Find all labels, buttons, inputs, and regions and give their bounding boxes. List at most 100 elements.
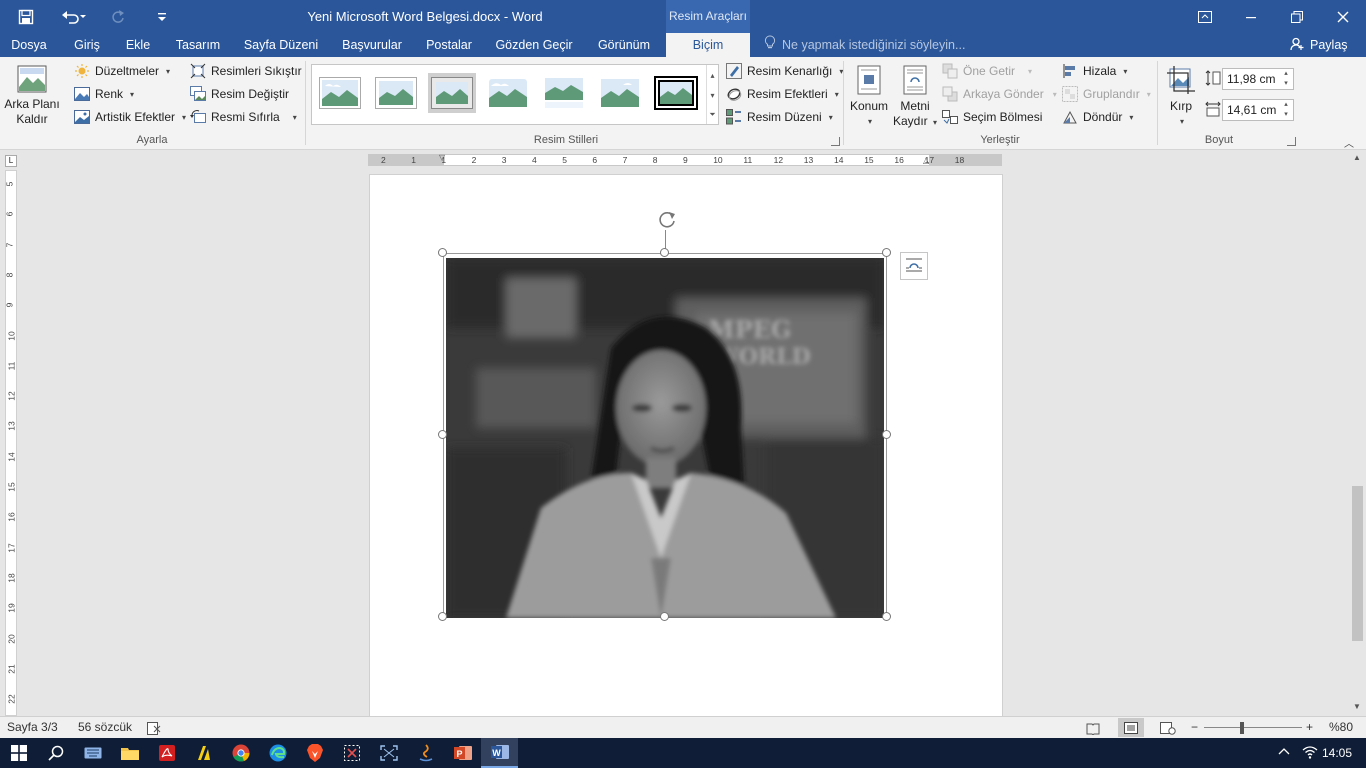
gallery-scroll-down-icon[interactable]: ▾ xyxy=(706,85,718,105)
zoom-in-icon[interactable]: + xyxy=(1306,717,1313,738)
crop-button[interactable]: Kırp ▾ xyxy=(1162,63,1200,129)
edge-icon[interactable] xyxy=(259,738,296,768)
reset-picture-button[interactable]: Resmi Sıfırla ▾ xyxy=(190,107,297,127)
picture-style-thumb-1[interactable] xyxy=(316,73,364,113)
ruler-number: 8 xyxy=(4,272,15,278)
rotate-button[interactable]: Döndür ▾ xyxy=(1062,107,1133,127)
compress-pictures-button[interactable]: Resimleri Sıkıştır xyxy=(190,61,302,81)
tab-home[interactable]: Giriş xyxy=(64,33,110,57)
ruler-number: 9 xyxy=(4,302,15,308)
wrap-text-button[interactable]: Metni Kaydır ▾ xyxy=(892,63,938,130)
position-button[interactable]: Konum ▾ xyxy=(848,63,890,129)
height-spinner[interactable]: ▴ ▾ xyxy=(1279,69,1293,89)
zoom-slider[interactable] xyxy=(1204,727,1302,728)
vertical-scrollbar[interactable]: ▲ ▼ xyxy=(1350,150,1366,716)
corrections-button[interactable]: Düzeltmeler ▾ xyxy=(74,61,170,81)
show-hidden-icons-icon[interactable] xyxy=(1278,746,1290,761)
tell-me-search[interactable]: Ne yapmak istediğinizi söyleyin... xyxy=(764,33,965,57)
remove-background-button[interactable]: Arka Planı Kaldır xyxy=(4,63,60,127)
norton-icon[interactable] xyxy=(185,738,222,768)
layout-options-button[interactable] xyxy=(900,252,928,280)
scroll-up-icon[interactable]: ▲ xyxy=(1353,153,1361,162)
gallery-more-icon[interactable]: ⏷ xyxy=(706,105,718,124)
picture-style-thumb-6[interactable] xyxy=(596,73,644,113)
picture-layout-icon xyxy=(726,109,742,125)
print-layout-icon[interactable] xyxy=(1118,718,1144,737)
keyboard-icon[interactable] xyxy=(74,738,111,768)
resize-handle-bottom[interactable] xyxy=(660,612,669,621)
picture-styles-dialog-launcher-icon[interactable] xyxy=(831,137,840,146)
word-icon[interactable]: W xyxy=(481,738,518,768)
chrome-icon[interactable] xyxy=(222,738,259,768)
powerpoint-icon[interactable]: P xyxy=(444,738,481,768)
tab-file[interactable]: Dosya xyxy=(0,33,58,57)
zoom-slider-thumb[interactable] xyxy=(1240,722,1244,734)
minimize-icon[interactable] xyxy=(1228,0,1274,33)
picture-style-thumb-4[interactable] xyxy=(484,73,532,113)
brave-icon[interactable] xyxy=(296,738,333,768)
resize-handle-top-right[interactable] xyxy=(882,248,891,257)
tab-format[interactable]: Biçim xyxy=(666,33,750,57)
start-icon[interactable] xyxy=(0,738,37,768)
file-explorer-icon[interactable] xyxy=(111,738,148,768)
share-button[interactable]: Paylaş xyxy=(1290,33,1348,57)
resize-handle-right[interactable] xyxy=(882,430,891,439)
resize-handle-left[interactable] xyxy=(438,430,447,439)
picture-style-thumb-3[interactable] xyxy=(428,73,476,113)
scroll-down-icon[interactable]: ▼ xyxy=(1353,702,1361,711)
clock[interactable]: 14:05 xyxy=(1322,738,1352,768)
resize-handle-bottom-right[interactable] xyxy=(882,612,891,621)
gallery-scroll-up-icon[interactable]: ▴ xyxy=(706,65,718,85)
ruler-number: 16 xyxy=(6,512,17,523)
align-button[interactable]: Hizala ▾ xyxy=(1062,61,1127,81)
ribbon-display-options-icon[interactable] xyxy=(1182,0,1228,33)
picture-effects-button[interactable]: Resim Efektleri ▾ xyxy=(726,84,839,104)
reset-picture-icon xyxy=(190,109,206,125)
collapse-ribbon-icon[interactable]: ︿ xyxy=(1344,135,1354,150)
width-spinner[interactable]: ▴ ▾ xyxy=(1279,100,1293,120)
artistic-effects-button[interactable]: Artistik Efektler ▾ xyxy=(74,107,186,127)
picture-style-thumb-2[interactable] xyxy=(372,73,420,113)
resize-handle-bottom-left[interactable] xyxy=(438,612,447,621)
search-icon[interactable] xyxy=(37,738,74,768)
close-icon[interactable] xyxy=(1320,0,1366,33)
acrobat-icon[interactable] xyxy=(148,738,185,768)
shape-height-field[interactable]: 11,98 cm ▴ ▾ xyxy=(1222,68,1294,90)
tab-view[interactable]: Görünüm xyxy=(588,33,660,57)
first-line-indent-icon[interactable]: ▽ xyxy=(439,153,445,162)
picture-layout-button[interactable]: Resim Düzeni ▾ xyxy=(726,107,833,127)
restore-icon[interactable] xyxy=(1274,0,1320,33)
resize-handle-top-left[interactable] xyxy=(438,248,447,257)
tab-selector-icon[interactable]: L xyxy=(5,155,17,167)
shape-width-field[interactable]: 14,61 cm ▴ ▾ xyxy=(1222,99,1294,121)
bring-forward-label: Öne Getir xyxy=(963,64,1016,78)
zoom-level[interactable]: %80 xyxy=(1329,717,1353,738)
java-icon[interactable] xyxy=(407,738,444,768)
snipping-tool-icon[interactable] xyxy=(333,738,370,768)
change-picture-button[interactable]: Resim Değiştir xyxy=(190,84,289,104)
tab-insert[interactable]: Ekle xyxy=(116,33,160,57)
zoom-out-icon[interactable]: − xyxy=(1191,717,1198,738)
tab-design[interactable]: Tasarım xyxy=(166,33,230,57)
rotate-handle-icon[interactable] xyxy=(656,208,678,230)
wifi-icon[interactable] xyxy=(1302,745,1318,762)
selected-picture[interactable]: MPEG WORLD xyxy=(443,253,887,618)
picture-effects-icon xyxy=(726,86,742,102)
right-indent-icon[interactable]: △ xyxy=(923,156,929,165)
size-dialog-launcher-icon[interactable] xyxy=(1287,137,1296,146)
capture-icon[interactable] xyxy=(370,738,407,768)
tab-layout[interactable]: Sayfa Düzeni xyxy=(236,33,326,57)
tab-references[interactable]: Başvurular xyxy=(332,33,412,57)
selection-pane-button[interactable]: Seçim Bölmesi xyxy=(942,107,1042,127)
tab-mailings[interactable]: Postalar xyxy=(418,33,480,57)
tab-review[interactable]: Gözden Geçir xyxy=(486,33,582,57)
picture-style-thumb-5[interactable] xyxy=(540,73,588,113)
ruler-number: 13 xyxy=(6,421,17,432)
picture-style-thumb-7[interactable] xyxy=(652,73,700,113)
color-button[interactable]: Renk ▾ xyxy=(74,84,134,104)
scrollbar-thumb[interactable] xyxy=(1352,486,1363,641)
word-count[interactable]: 56 sözcük xyxy=(78,717,132,738)
page-count[interactable]: Sayfa 3/3 xyxy=(7,717,58,738)
resize-handle-top[interactable] xyxy=(660,248,669,257)
picture-border-button[interactable]: Resim Kenarlığı ▾ xyxy=(726,61,843,81)
